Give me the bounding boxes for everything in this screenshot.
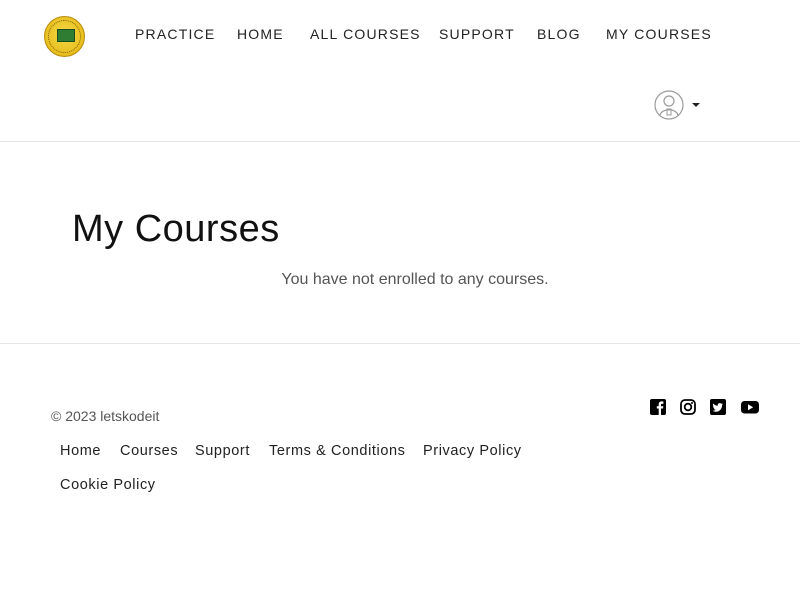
empty-state-message: You have not enrolled to any courses. <box>281 271 549 288</box>
footer-link-home[interactable]: Home <box>60 443 101 459</box>
copyright-text: © 2023 letskodeit <box>51 408 160 424</box>
footer-link-courses[interactable]: Courses <box>120 443 178 459</box>
nav-home[interactable]: HOME <box>237 26 284 42</box>
nav-my-courses[interactable]: MY COURSES <box>606 26 712 42</box>
footer-link-support[interactable]: Support <box>195 443 250 459</box>
footer-link-cookie[interactable]: Cookie Policy <box>60 477 156 493</box>
twitter-icon[interactable] <box>709 398 727 416</box>
nav-practice[interactable]: PRACTICE <box>135 26 215 42</box>
page-title: My Courses <box>72 208 280 250</box>
instagram-icon[interactable] <box>679 398 697 416</box>
nav-support[interactable]: SUPPORT <box>439 26 515 42</box>
nav-all-courses[interactable]: ALL COURSES <box>310 26 421 42</box>
logo[interactable] <box>44 16 85 57</box>
youtube-icon[interactable] <box>740 398 760 416</box>
footer-divider <box>0 343 800 344</box>
logo-screen <box>57 29 75 42</box>
facebook-icon[interactable] <box>649 398 667 416</box>
footer-link-privacy[interactable]: Privacy Policy <box>423 443 522 459</box>
user-avatar-icon[interactable] <box>654 90 684 120</box>
footer-link-terms[interactable]: Terms & Conditions <box>269 443 406 459</box>
nav-blog[interactable]: BLOG <box>537 26 581 42</box>
chevron-down-icon[interactable] <box>692 103 700 107</box>
site-header: PRACTICE HOME ALL COURSES SUPPORT BLOG M… <box>0 0 800 142</box>
